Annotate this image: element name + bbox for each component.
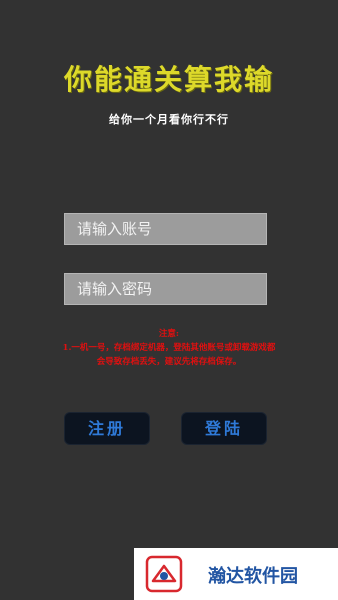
game-title: 你能通关算我输	[63, 63, 274, 96]
watermark-logo-icon	[145, 555, 183, 593]
register-button[interactable]: 注册	[64, 412, 150, 445]
account-input[interactable]	[64, 213, 267, 245]
login-button[interactable]: 登陆	[181, 412, 267, 445]
notice-title: 注意:	[158, 329, 180, 339]
notice-text: 注意: 1.一机一号，存档绑定机器，登陆其他账号或卸载游戏都会导致存档丢失，建议…	[62, 327, 276, 369]
watermark-text: 瀚达软件园	[208, 566, 298, 587]
watermark-banner: 瀚达软件园	[134, 548, 338, 600]
login-screen: 你能通关算我输 给你一个月看你行不行 注意: 1.一机一号，存档绑定机器，登陆其…	[0, 0, 338, 600]
password-input[interactable]	[64, 273, 267, 305]
notice-body: 1.一机一号，存档绑定机器，登陆其他账号或卸载游戏都会导致存档丢失，建议先将存档…	[62, 343, 276, 367]
game-subtitle: 给你一个月看你行不行	[109, 113, 229, 126]
